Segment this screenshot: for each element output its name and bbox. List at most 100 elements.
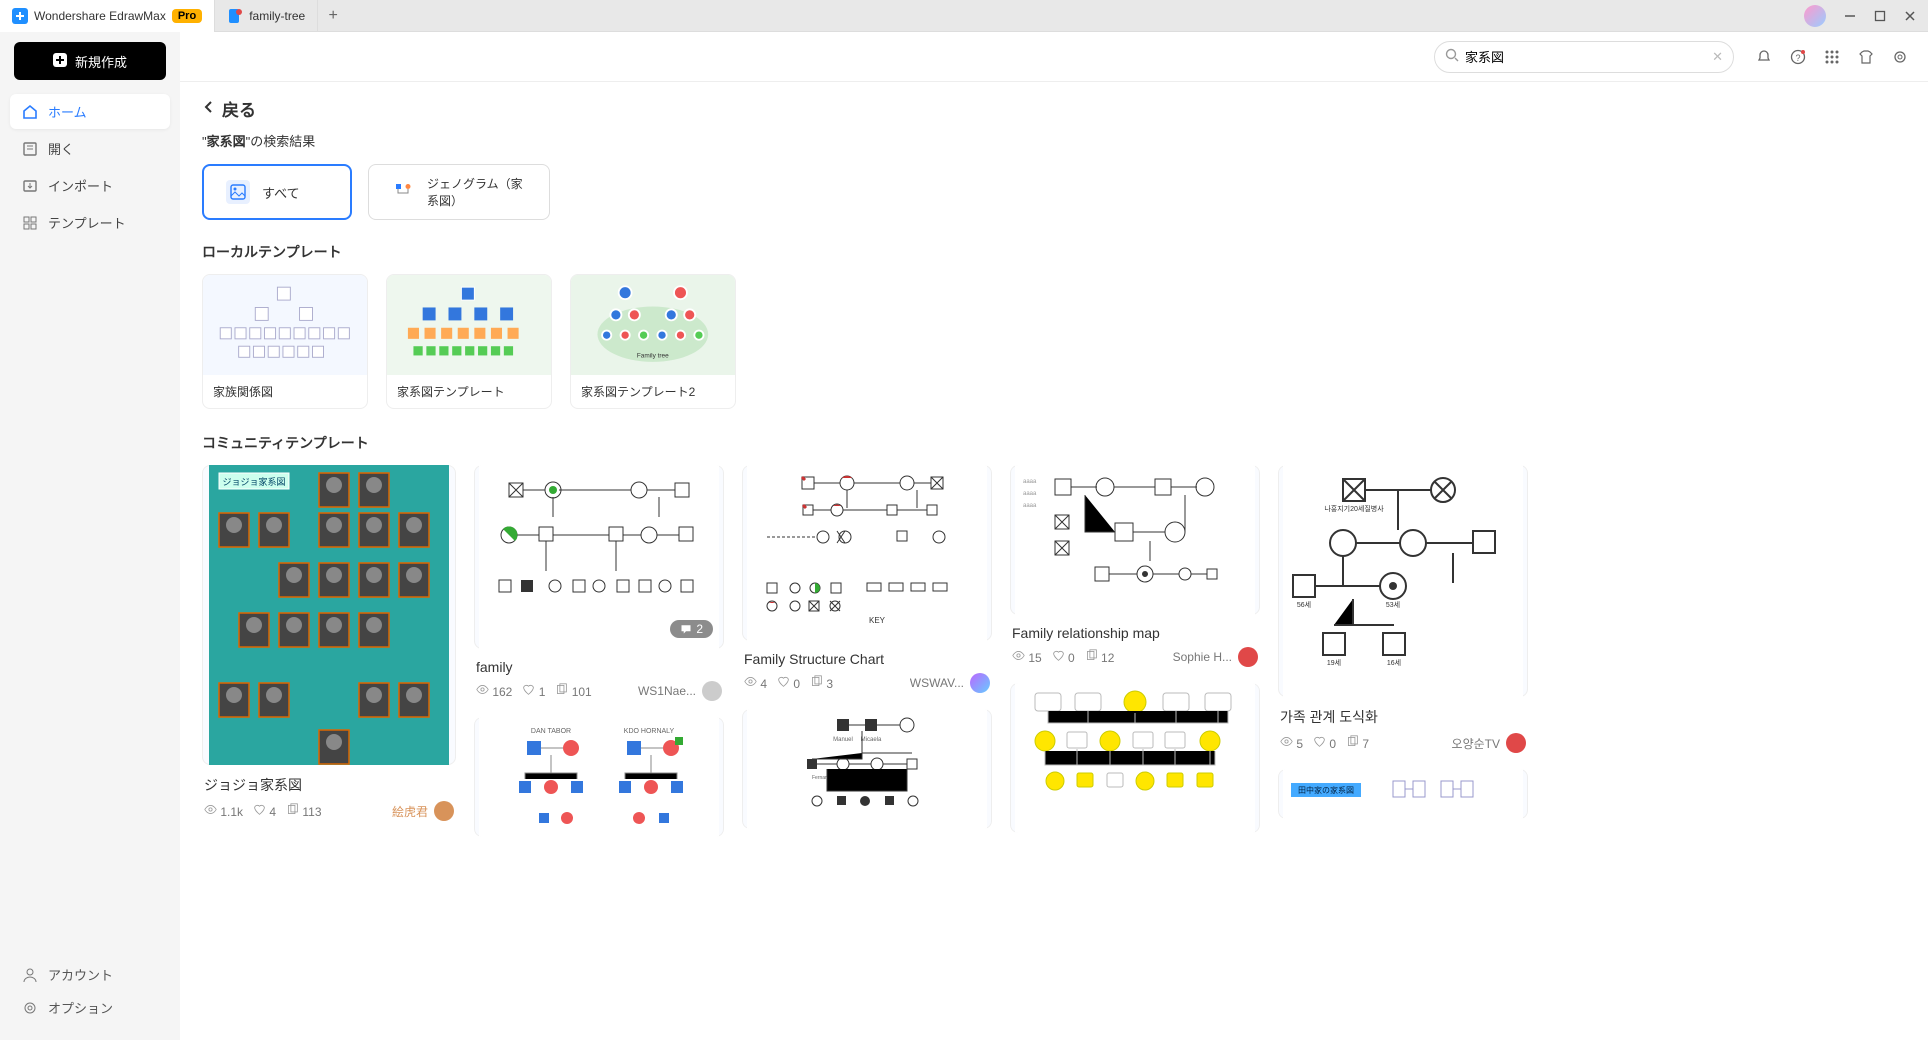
sidebar-item-account[interactable]: アカウント — [10, 958, 170, 991]
svg-text:?: ? — [1795, 53, 1800, 63]
author-avatar — [1238, 647, 1258, 667]
community-template-card[interactable]: aaaa aaaa aaaa Family relationship map 15 0… — [1010, 465, 1260, 667]
filter-chip-all[interactable]: すべて — [202, 164, 352, 220]
community-template-card[interactable]: 나훙지기20세질병사56세53세19세16세가족 관계 도식화 5 0 7 오양… — [1278, 465, 1528, 753]
sidebar: 新規作成 ホーム 開く インポート テンプレート — [0, 32, 180, 1040]
svg-text:19세: 19세 — [1327, 658, 1341, 667]
sidebar-item-label: アカウント — [48, 965, 113, 984]
titlebar: Wondershare EdrawMax Pro family-tree + — [0, 0, 1928, 32]
sidebar-item-template[interactable]: テンプレート — [10, 205, 170, 240]
author-avatar — [970, 673, 990, 693]
template-thumbnail — [1010, 683, 1260, 833]
community-template-card[interactable]: ジョジョ家系図ジョジョ家系図 1.1k 4 113 絵虎君 — [202, 465, 456, 821]
maximize-button[interactable] — [1866, 2, 1894, 30]
filter-chip-genogram[interactable]: ジェノグラム（家系図） — [368, 164, 550, 220]
apps-icon[interactable] — [1822, 47, 1842, 67]
help-icon[interactable]: ? — [1788, 47, 1808, 67]
community-template-card[interactable]: 田中家の家系図 — [1278, 769, 1528, 819]
community-section-title: コミュニティテンプレート — [202, 433, 1906, 453]
tab-app[interactable]: Wondershare EdrawMax Pro — [0, 0, 215, 32]
open-icon — [22, 141, 38, 157]
template-title: Family relationship map — [1010, 615, 1260, 645]
template-meta: 1.1k 4 113 絵虎君 — [202, 799, 456, 821]
tab-add-button[interactable]: + — [318, 7, 348, 25]
copies-count: 3 — [810, 675, 833, 691]
tshirt-icon[interactable] — [1856, 47, 1876, 67]
pro-badge: Pro — [172, 9, 202, 23]
template-thumbnail: DAN TABORKDO HORNALY — [474, 717, 724, 837]
community-template-card[interactable]: KEYFamily Structure Chart 4 0 3 WSWAV... — [742, 465, 992, 693]
clear-icon[interactable]: ✕ — [1712, 49, 1723, 65]
template-thumbnail: 나훙지기20세질병사56세53세19세16세 — [1278, 465, 1528, 697]
template-meta: 15 0 12 Sophie H... — [1010, 645, 1260, 667]
sidebar-item-label: インポート — [48, 176, 113, 195]
back-button[interactable]: 戻る — [202, 96, 1906, 121]
template-thumbnail: Family tree — [571, 275, 735, 375]
local-template-card[interactable]: 家族関係図 — [202, 274, 368, 409]
svg-text:KEY: KEY — [869, 616, 886, 625]
sidebar-item-open[interactable]: 開く — [10, 131, 170, 166]
home-icon — [22, 104, 38, 120]
template-icon — [22, 215, 38, 231]
bell-icon[interactable] — [1754, 47, 1774, 67]
svg-text:ジョジョ家系図: ジョジョ家系図 — [222, 476, 285, 487]
gear-icon — [22, 1000, 38, 1016]
author-avatar — [702, 681, 722, 701]
template-thumbnail: ManuelMicaelaFernandez — [742, 709, 992, 829]
template-title: 가족 관계 도식화 — [1278, 697, 1528, 731]
views-count: 4 — [744, 675, 767, 691]
template-thumbnail: KEY — [742, 465, 992, 641]
genogram-icon — [391, 180, 415, 204]
tab-label: family-tree — [249, 9, 305, 23]
community-template-card[interactable] — [1010, 683, 1260, 833]
svg-text:aaaa: aaaa — [1023, 491, 1037, 497]
sidebar-item-import[interactable]: インポート — [10, 168, 170, 203]
tab-label: Wondershare EdrawMax — [34, 9, 166, 23]
template-thumbnail: ジョジョ家系図 — [202, 465, 456, 765]
author-name: WS1Nae... — [638, 684, 696, 698]
search-input[interactable] — [1465, 49, 1712, 64]
author-avatar — [434, 801, 454, 821]
sidebar-item-label: テンプレート — [48, 213, 126, 232]
svg-text:aaaa: aaaa — [1023, 503, 1037, 509]
chip-label: ジェノグラム（家系図） — [427, 175, 527, 209]
likes-count: 0 — [1313, 735, 1336, 751]
back-label: 戻る — [222, 96, 256, 121]
search-box[interactable]: ✕ — [1434, 41, 1734, 73]
minimize-button[interactable] — [1836, 2, 1864, 30]
import-icon — [22, 178, 38, 194]
chevron-left-icon — [202, 99, 216, 119]
search-icon — [1445, 48, 1459, 65]
close-button[interactable] — [1896, 2, 1924, 30]
local-template-card[interactable]: 家系図テンプレート — [386, 274, 552, 409]
template-thumbnail — [203, 275, 367, 375]
template-thumbnail: 2 — [474, 465, 724, 649]
likes-count: 0 — [777, 675, 800, 691]
community-template-card[interactable]: DAN TABORKDO HORNALY — [474, 717, 724, 837]
sidebar-item-home[interactable]: ホーム — [10, 94, 170, 129]
views-count: 15 — [1012, 649, 1042, 665]
sidebar-item-options[interactable]: オプション — [10, 991, 170, 1024]
chip-label: すべて — [262, 183, 300, 202]
copies-count: 101 — [555, 683, 591, 699]
community-template-card[interactable]: ManuelMicaelaFernandez — [742, 709, 992, 829]
likes-count: 4 — [253, 803, 276, 819]
sidebar-item-label: 開く — [48, 139, 74, 158]
local-section-title: ローカルテンプレート — [202, 242, 1906, 262]
user-avatar[interactable] — [1804, 5, 1826, 27]
tab-doc[interactable]: family-tree — [215, 0, 318, 32]
author-name: 絵虎君 — [392, 803, 428, 820]
copies-count: 12 — [1085, 649, 1115, 665]
svg-text:53세: 53세 — [1386, 600, 1400, 609]
template-thumbnail — [387, 275, 551, 375]
local-template-card[interactable]: Family tree 家系図テンプレート2 — [570, 274, 736, 409]
community-template-card[interactable]: 2family 162 1 101 WS1Nae... — [474, 465, 724, 701]
template-meta: 5 0 7 오양순TV — [1278, 731, 1528, 753]
image-icon — [226, 180, 250, 204]
settings-icon[interactable] — [1890, 47, 1910, 67]
svg-text:aaaa: aaaa — [1023, 479, 1037, 485]
new-button[interactable]: 新規作成 — [14, 42, 166, 80]
app-icon — [12, 8, 28, 24]
template-thumbnail: 田中家の家系図 — [1278, 769, 1528, 819]
topbar: ✕ ? — [180, 32, 1928, 82]
